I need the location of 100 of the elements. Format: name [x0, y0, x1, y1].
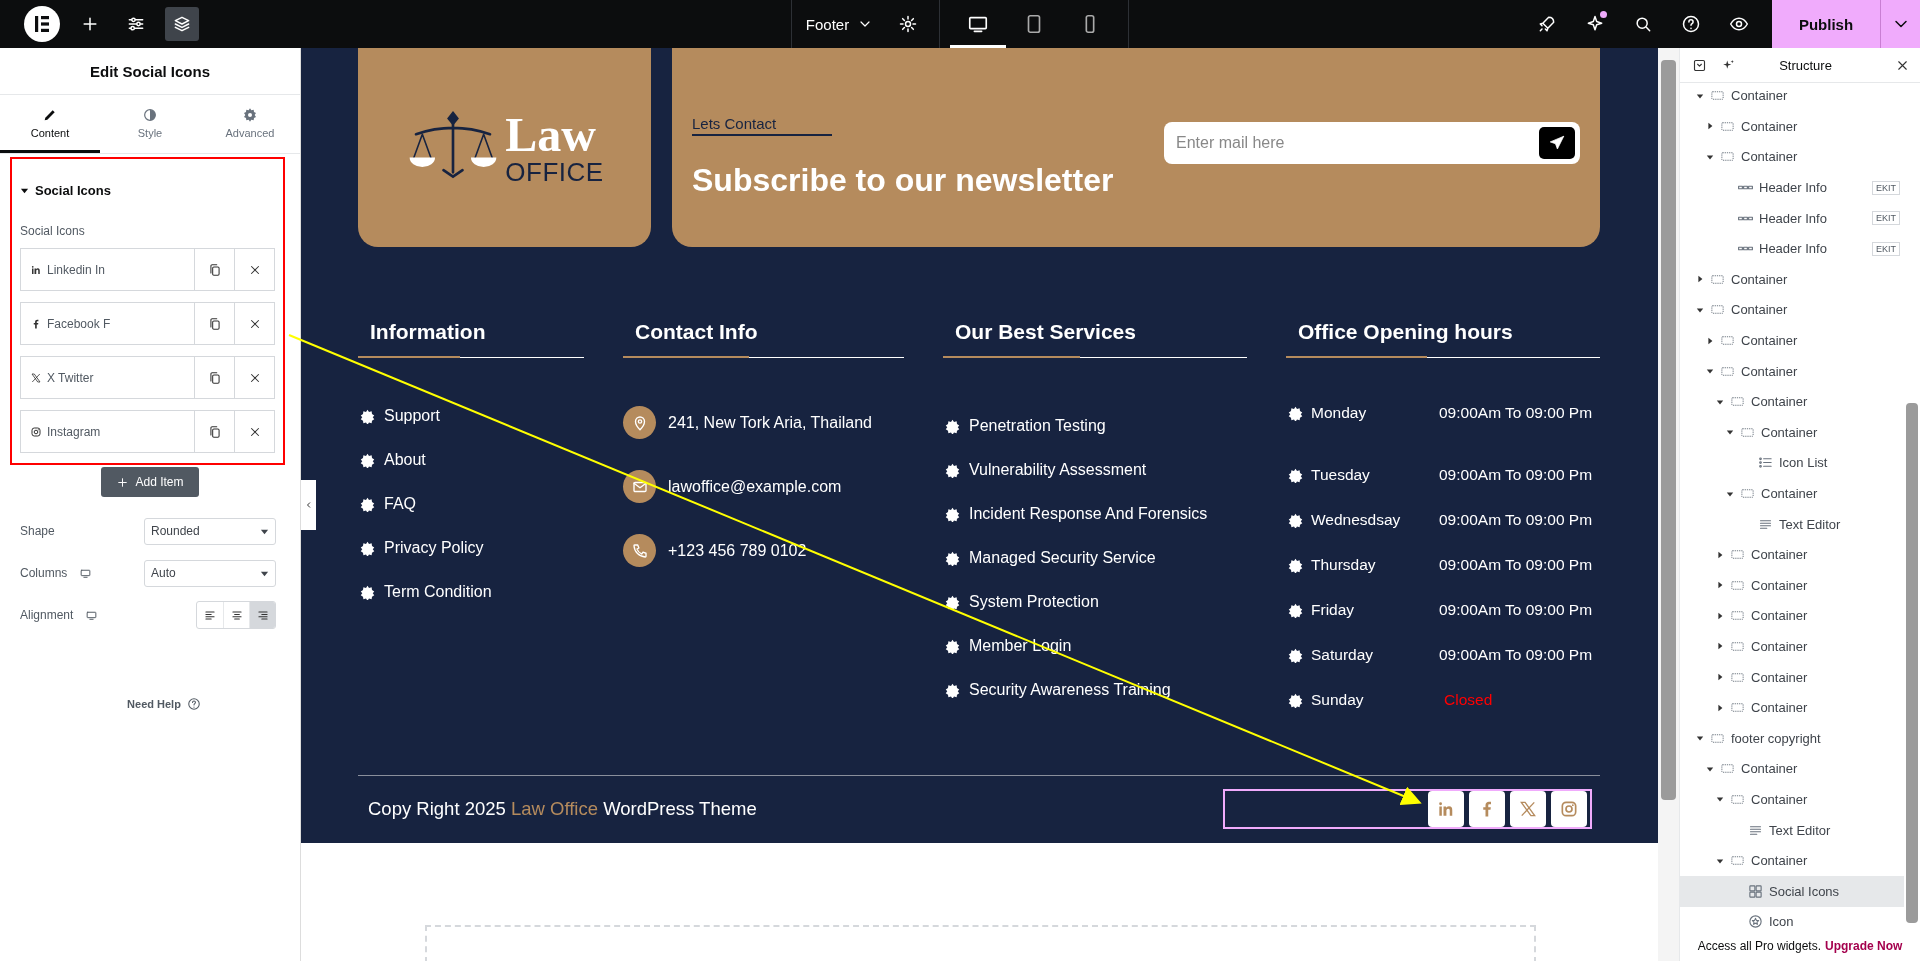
panel-tab[interactable]: Style [100, 95, 200, 153]
layers-button[interactable] [165, 7, 199, 41]
tree-item[interactable]: Header Info EKIT [1680, 203, 1904, 234]
caret-down-icon[interactable] [1716, 856, 1724, 865]
caret-down-icon[interactable] [1706, 764, 1714, 773]
social-link[interactable] [1551, 791, 1587, 827]
bullet-icon [360, 452, 375, 468]
send-button[interactable] [1539, 126, 1575, 159]
bullet-icon [945, 418, 960, 434]
tree-item[interactable]: Container [1680, 631, 1904, 663]
tree-item[interactable]: Container [1680, 754, 1904, 785]
tree-item[interactable]: Container [1680, 356, 1904, 387]
caret-down-icon[interactable] [1696, 305, 1704, 314]
social-link[interactable] [1510, 791, 1546, 827]
section-toggle[interactable]: Social Icons [20, 183, 111, 198]
tree-item[interactable]: Container [1680, 539, 1904, 571]
footer-link[interactable]: Managed Security Service [969, 549, 1156, 567]
panel-tab[interactable]: Content [0, 95, 100, 153]
need-help-link[interactable]: Need Help [127, 697, 201, 711]
caret-right-icon[interactable] [1716, 581, 1724, 590]
caret-down-icon[interactable] [1706, 367, 1714, 376]
tree-item[interactable]: Container [1680, 417, 1904, 449]
plus-icon [116, 475, 130, 489]
tree-item[interactable]: Container [1680, 264, 1904, 296]
caret-right-icon[interactable] [1706, 122, 1714, 131]
scrollbar[interactable] [1906, 403, 1918, 923]
caret-down-icon [20, 186, 29, 195]
footer-link[interactable]: Term Condition [384, 583, 492, 601]
tree-item[interactable]: Social Icons [1680, 876, 1904, 908]
opening-time: 09:00Am To 09:00 Pm [1439, 404, 1594, 422]
tree-item[interactable]: Container [1680, 142, 1904, 173]
copy-icon [207, 316, 222, 331]
tree-item[interactable]: Header Info EKIT [1680, 233, 1904, 265]
bullet-icon [945, 638, 960, 654]
opening-time: 09:00Am To 09:00 Pm [1439, 466, 1594, 484]
select-field[interactable]: Auto [144, 559, 276, 587]
caret-right-icon[interactable] [1716, 611, 1724, 620]
social-link[interactable] [1469, 791, 1505, 827]
column-heading: Contact Info [623, 320, 904, 358]
caret-down-icon[interactable] [1706, 153, 1714, 161]
footer-link[interactable]: Vulnerability Assessment [969, 461, 1147, 479]
footer-link[interactable]: About [384, 451, 426, 469]
align-left-icon [203, 608, 217, 622]
tree-item[interactable]: Container [1680, 662, 1904, 693]
x-icon [1518, 799, 1538, 819]
publish-button[interactable]: Publish [1772, 0, 1880, 48]
tree-item[interactable]: Container [1680, 692, 1904, 724]
tree-item[interactable]: Container [1680, 83, 1904, 112]
social-link[interactable] [1428, 791, 1464, 827]
caret-right-icon[interactable] [1716, 550, 1724, 559]
column-heading: Information [358, 320, 584, 358]
caret-down-icon[interactable] [1716, 397, 1724, 406]
caret-right-icon[interactable] [1716, 673, 1724, 682]
tree-item[interactable]: Container [1680, 325, 1904, 357]
email-field[interactable]: Enter mail here [1164, 121, 1580, 164]
tree-item[interactable]: Icon [1680, 907, 1904, 931]
caret-down-icon[interactable] [1726, 489, 1734, 498]
phone-icon [623, 534, 656, 567]
caret-down-icon[interactable] [1696, 91, 1704, 100]
contrast-icon [142, 106, 158, 123]
navigator-icon[interactable] [1692, 57, 1707, 73]
tree-item[interactable]: Text Editor [1680, 815, 1904, 846]
footer-link[interactable]: Incident Response And Forensics [969, 505, 1208, 523]
panel-tab[interactable]: Advanced [200, 95, 300, 153]
collapse-handle[interactable] [301, 480, 316, 530]
column-heading: Office Opening hours [1286, 320, 1600, 358]
scrollbar[interactable] [1661, 60, 1676, 800]
bullet-icon [360, 540, 375, 556]
footer-link[interactable]: Privacy Policy [384, 539, 484, 557]
tree-item[interactable]: footer copyright [1680, 723, 1904, 755]
caret-down-icon[interactable] [1716, 795, 1724, 804]
document-dropdown[interactable]: Footer [805, 15, 874, 33]
align-button[interactable] [249, 602, 275, 628]
tree-item[interactable]: Header Info EKIT [1680, 172, 1904, 204]
upgrade-link[interactable]: Upgrade Now [1825, 939, 1903, 953]
tree-item[interactable]: Container [1680, 111, 1904, 143]
tree-item[interactable]: Container [1680, 386, 1904, 418]
footer-link[interactable]: Support [384, 407, 441, 425]
footer-link[interactable]: System Protection [969, 593, 1099, 611]
logo-icon[interactable] [24, 6, 60, 42]
caret-right-icon[interactable] [1716, 703, 1724, 712]
caret-right-icon[interactable] [1706, 336, 1714, 345]
tree-item[interactable]: Icon List [1680, 448, 1904, 479]
tree-item[interactable]: Container [1680, 295, 1904, 326]
bullet-icon [1288, 557, 1303, 573]
layers-icon [172, 14, 192, 34]
tree-item[interactable]: Container [1680, 601, 1904, 632]
add-item-button[interactable]: Add Item [101, 467, 199, 497]
footer-link[interactable]: FAQ [384, 495, 416, 513]
select-field[interactable]: Rounded [144, 517, 276, 545]
caret-down-icon[interactable] [1696, 734, 1704, 743]
tree-item[interactable]: Text Editor [1680, 509, 1904, 540]
tree-item[interactable]: Container [1680, 845, 1904, 877]
caret-right-icon[interactable] [1696, 275, 1704, 284]
caret-right-icon[interactable] [1716, 642, 1724, 651]
caret-down-icon[interactable] [1726, 428, 1734, 437]
tree-item[interactable]: Container [1680, 570, 1904, 602]
footer-link[interactable]: Penetration Testing [969, 417, 1106, 435]
tree-item[interactable]: Container [1680, 478, 1904, 510]
tree-item[interactable]: Container [1680, 784, 1904, 816]
